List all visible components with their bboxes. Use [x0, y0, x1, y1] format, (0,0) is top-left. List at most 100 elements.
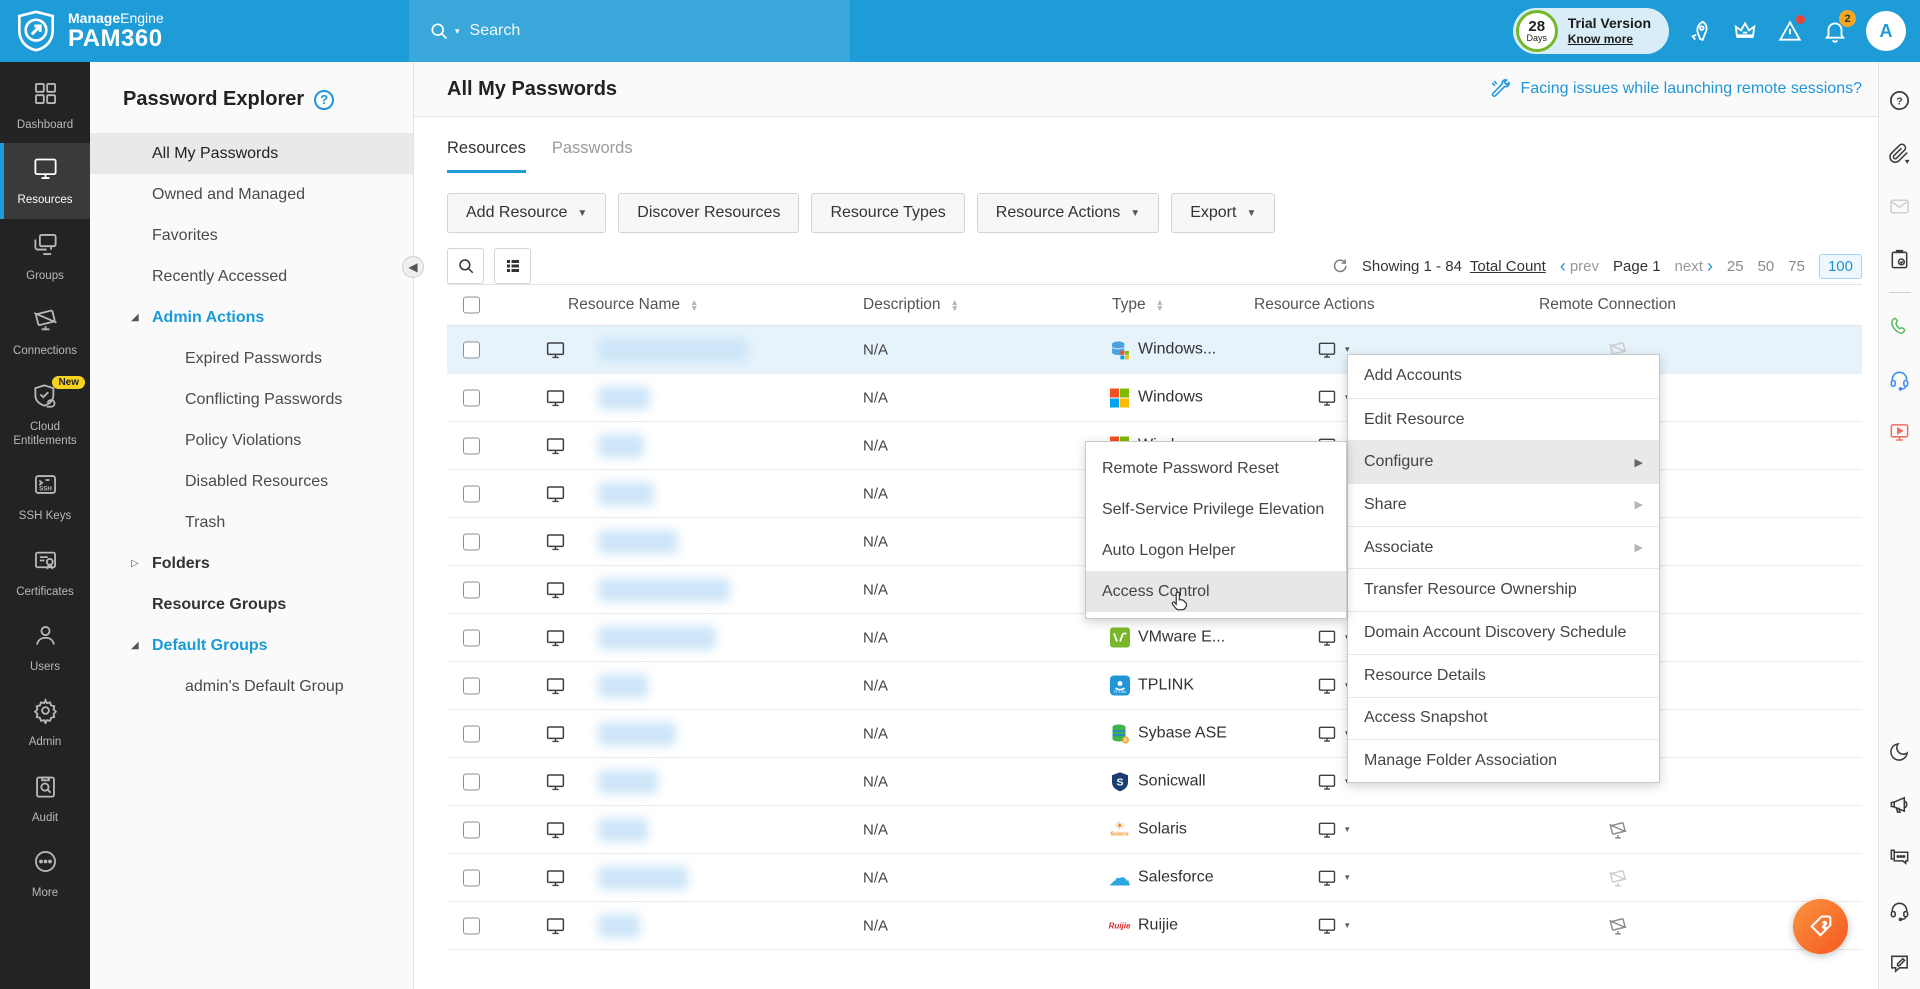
menu-item-domain-account-discovery-schedule[interactable]: Domain Account Discovery Schedule	[1348, 611, 1659, 654]
rail-item-users[interactable]: Users	[0, 610, 90, 685]
table-search-button[interactable]	[447, 248, 484, 284]
resource-actions-menu-trigger[interactable]: ▾	[1317, 772, 1350, 792]
explorer-item-policy-violations[interactable]: Policy Violations	[90, 420, 413, 461]
column-chooser-button[interactable]	[494, 248, 531, 284]
resource-name-redacted[interactable]	[598, 434, 644, 458]
row-checkbox[interactable]	[463, 917, 480, 934]
resource-name-redacted[interactable]	[598, 530, 678, 554]
feedback-icon[interactable]	[1888, 951, 1912, 975]
quick-start-rocket-icon[interactable]	[1686, 17, 1714, 45]
tree-caret-icon[interactable]: ◢	[131, 640, 139, 651]
resource-name-redacted[interactable]	[598, 578, 730, 602]
menu-item-associate[interactable]: Associate ▶	[1348, 526, 1659, 569]
resource-name-redacted[interactable]	[598, 866, 688, 890]
resource-name-redacted[interactable]	[598, 626, 716, 650]
session-player-icon[interactable]	[1888, 420, 1912, 444]
mail-icon[interactable]	[1888, 194, 1912, 218]
row-checkbox[interactable]	[463, 533, 480, 550]
select-all-checkbox[interactable]	[463, 297, 480, 314]
explorer-item-default-groups[interactable]: ◢ Default Groups	[90, 625, 413, 666]
alerts-warning-icon[interactable]	[1776, 17, 1804, 45]
resource-actions-button[interactable]: Resource Actions▼	[977, 193, 1159, 233]
page-size-50[interactable]: 50	[1758, 258, 1775, 275]
explorer-item-trash[interactable]: Trash	[90, 502, 413, 543]
upgrade-crown-icon[interactable]	[1731, 17, 1759, 45]
menu-item-edit-resource[interactable]: Edit Resource	[1348, 398, 1659, 441]
resource-name-redacted[interactable]	[598, 482, 654, 506]
rail-item-connections[interactable]: Connections	[0, 294, 90, 369]
row-checkbox[interactable]	[463, 629, 480, 646]
chat-icon[interactable]	[1888, 845, 1912, 869]
export-button[interactable]: Export▼	[1171, 193, 1275, 233]
menu-item-configure[interactable]: Configure ▶	[1348, 440, 1659, 483]
menu-item-transfer-resource-ownership[interactable]: Transfer Resource Ownership	[1348, 568, 1659, 611]
resource-actions-menu-trigger[interactable]: ▾	[1317, 820, 1350, 840]
explorer-item-admin-actions[interactable]: ◢ Admin Actions	[90, 297, 413, 338]
resource-actions-menu-trigger[interactable]: ▾	[1317, 388, 1350, 408]
table-row[interactable]: N/A ☁Salesforce ▾	[447, 854, 1862, 902]
global-search-input[interactable]: ▾ Search	[409, 0, 850, 62]
resource-name-redacted[interactable]	[598, 674, 648, 698]
discover-resources-button[interactable]: Discover Resources	[618, 193, 799, 233]
explorer-item-owned-and-managed[interactable]: Owned and Managed	[90, 174, 413, 215]
resource-name-redacted[interactable]	[598, 722, 676, 746]
column-resource-name[interactable]: Resource Name▲▼	[568, 296, 698, 314]
resource-name-redacted[interactable]	[598, 914, 640, 938]
page-size-75[interactable]: 75	[1788, 258, 1805, 275]
notifications-bell-icon[interactable]: 2	[1821, 17, 1849, 45]
rail-item-audit[interactable]: Audit	[0, 761, 90, 836]
resource-actions-menu-trigger[interactable]: ▾	[1317, 340, 1350, 360]
menu-item-access-snapshot[interactable]: Access Snapshot	[1348, 697, 1659, 740]
tab-passwords[interactable]: Passwords	[552, 139, 633, 173]
task-clipboard-icon[interactable]	[1888, 247, 1912, 271]
trial-know-more-link[interactable]: Know more	[1568, 32, 1651, 47]
explorer-item-recently-accessed[interactable]: Recently Accessed	[90, 256, 413, 297]
explorer-item-all-my-passwords[interactable]: All My Passwords	[90, 133, 413, 174]
explorer-item-expired-passwords[interactable]: Expired Passwords	[90, 338, 413, 379]
resource-name-redacted[interactable]	[598, 338, 748, 362]
submenu-item-remote-password-reset[interactable]: Remote Password Reset	[1086, 448, 1346, 489]
rail-item-resources[interactable]: Resources	[0, 143, 90, 218]
resource-actions-menu-trigger[interactable]: ▾	[1317, 724, 1350, 744]
dark-mode-moon-icon[interactable]	[1888, 739, 1912, 763]
remote-connection-icon[interactable]	[1607, 867, 1629, 889]
table-row[interactable]: N/A ☀SolarisSolaris ▾	[447, 806, 1862, 854]
tree-caret-icon[interactable]: ◢	[131, 312, 139, 323]
row-checkbox[interactable]	[463, 821, 480, 838]
rail-item-admin[interactable]: Admin	[0, 685, 90, 760]
resource-name-redacted[interactable]	[598, 386, 650, 410]
announcement-icon[interactable]	[1888, 792, 1912, 816]
explorer-item-conflicting-passwords[interactable]: Conflicting Passwords	[90, 379, 413, 420]
sort-icon[interactable]: ▲▼	[690, 299, 698, 311]
help-icon[interactable]: ?	[1888, 88, 1912, 112]
resource-name-redacted[interactable]	[598, 818, 648, 842]
page-size-100[interactable]: 100	[1819, 254, 1862, 279]
rail-item-ssh-keys[interactable]: SSH SSH Keys	[0, 459, 90, 534]
sort-icon[interactable]: ▲▼	[951, 299, 959, 311]
search-scope-caret-icon[interactable]: ▾	[455, 26, 460, 37]
row-checkbox[interactable]	[463, 725, 480, 742]
remote-connection-icon[interactable]	[1607, 819, 1629, 841]
table-row[interactable]: N/A RuijieRuijie ▾	[447, 902, 1862, 950]
brand-logo[interactable]: ManageEngine PAM360	[0, 9, 409, 53]
next-page-button[interactable]: next›	[1675, 257, 1713, 275]
menu-item-share[interactable]: Share ▶	[1348, 483, 1659, 526]
explorer-item-favorites[interactable]: Favorites	[90, 215, 413, 256]
row-checkbox[interactable]	[463, 485, 480, 502]
support-headset-icon[interactable]	[1888, 898, 1912, 922]
rail-item-groups[interactable]: Groups	[0, 219, 90, 294]
row-checkbox[interactable]	[463, 341, 480, 358]
tab-resources[interactable]: Resources	[447, 139, 526, 173]
rail-item-more[interactable]: More	[0, 836, 90, 911]
resource-actions-menu-trigger[interactable]: ▾	[1317, 916, 1350, 936]
rail-item-certificates[interactable]: Certificates	[0, 535, 90, 610]
row-checkbox[interactable]	[463, 581, 480, 598]
explorer-item-admin-s-default-group[interactable]: admin's Default Group	[90, 666, 413, 707]
add-resource-button[interactable]: Add Resource▼	[447, 193, 606, 233]
headset-icon[interactable]	[1888, 367, 1912, 391]
column-type[interactable]: Type▲▼	[1112, 296, 1164, 314]
explorer-item-resource-groups[interactable]: Resource Groups	[90, 584, 413, 625]
remote-sessions-help-link[interactable]: Facing issues while launching remote ses…	[1489, 78, 1862, 100]
prev-page-button[interactable]: ‹prev	[1560, 257, 1599, 275]
refresh-icon[interactable]	[1331, 256, 1348, 277]
